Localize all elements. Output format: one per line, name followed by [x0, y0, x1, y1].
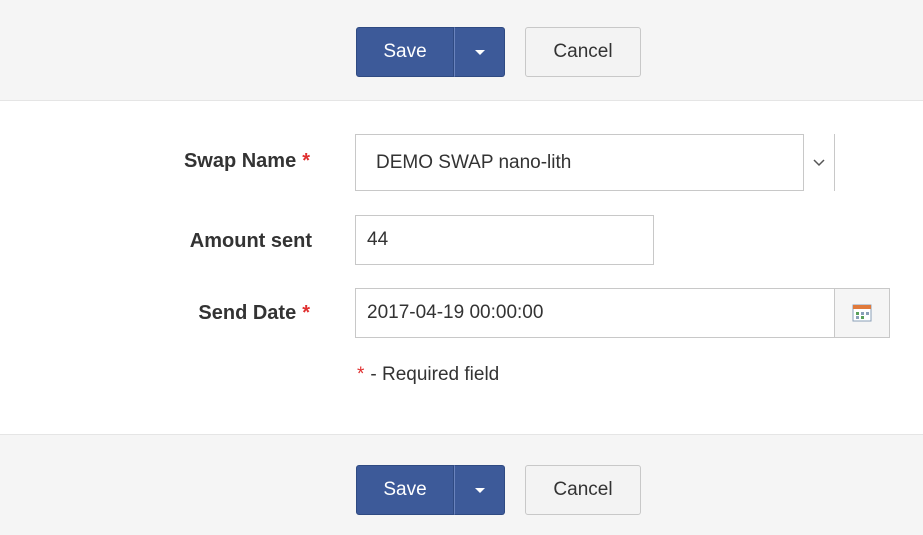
caret-down-icon — [474, 487, 485, 493]
bottom-cancel-button[interactable]: Cancel — [525, 465, 641, 515]
top-save-split-button: Save — [356, 27, 505, 77]
required-field-note-text: - Required field — [370, 364, 500, 385]
top-cancel-button[interactable]: Cancel — [525, 27, 641, 77]
bottom-action-bar: Save Cancel — [0, 434, 923, 535]
send-date-label-text: Send Date — [198, 302, 297, 324]
required-marker: * — [302, 150, 310, 172]
bottom-save-options-button[interactable] — [454, 465, 505, 515]
bottom-save-split-button: Save — [356, 465, 505, 515]
calendar-button[interactable] — [834, 288, 890, 338]
bottom-save-button[interactable]: Save — [356, 465, 454, 515]
caret-down-icon — [474, 49, 485, 55]
swap-name-select[interactable]: DEMO SWAP nano-lith — [355, 134, 835, 191]
amount-sent-input[interactable]: 44 — [355, 215, 654, 265]
top-action-bar: Save Cancel — [0, 0, 923, 101]
send-date-input[interactable]: 2017-04-19 00:00:00 — [355, 288, 835, 338]
top-save-button[interactable]: Save — [356, 27, 454, 77]
send-date-label: Send Date * — [198, 302, 310, 325]
required-marker: * — [357, 364, 365, 385]
top-save-options-button[interactable] — [454, 27, 505, 77]
swap-name-select-value: DEMO SWAP nano-lith — [376, 151, 572, 173]
calendar-icon — [852, 304, 872, 322]
required-marker: * — [302, 302, 310, 324]
swap-name-label-text: Swap Name — [183, 150, 297, 172]
amount-sent-label: Amount sent — [189, 230, 312, 252]
chevron-down-icon[interactable] — [803, 134, 834, 191]
swap-name-label: Swap Name * — [184, 150, 310, 173]
required-field-note: * - Required field — [357, 364, 499, 386]
